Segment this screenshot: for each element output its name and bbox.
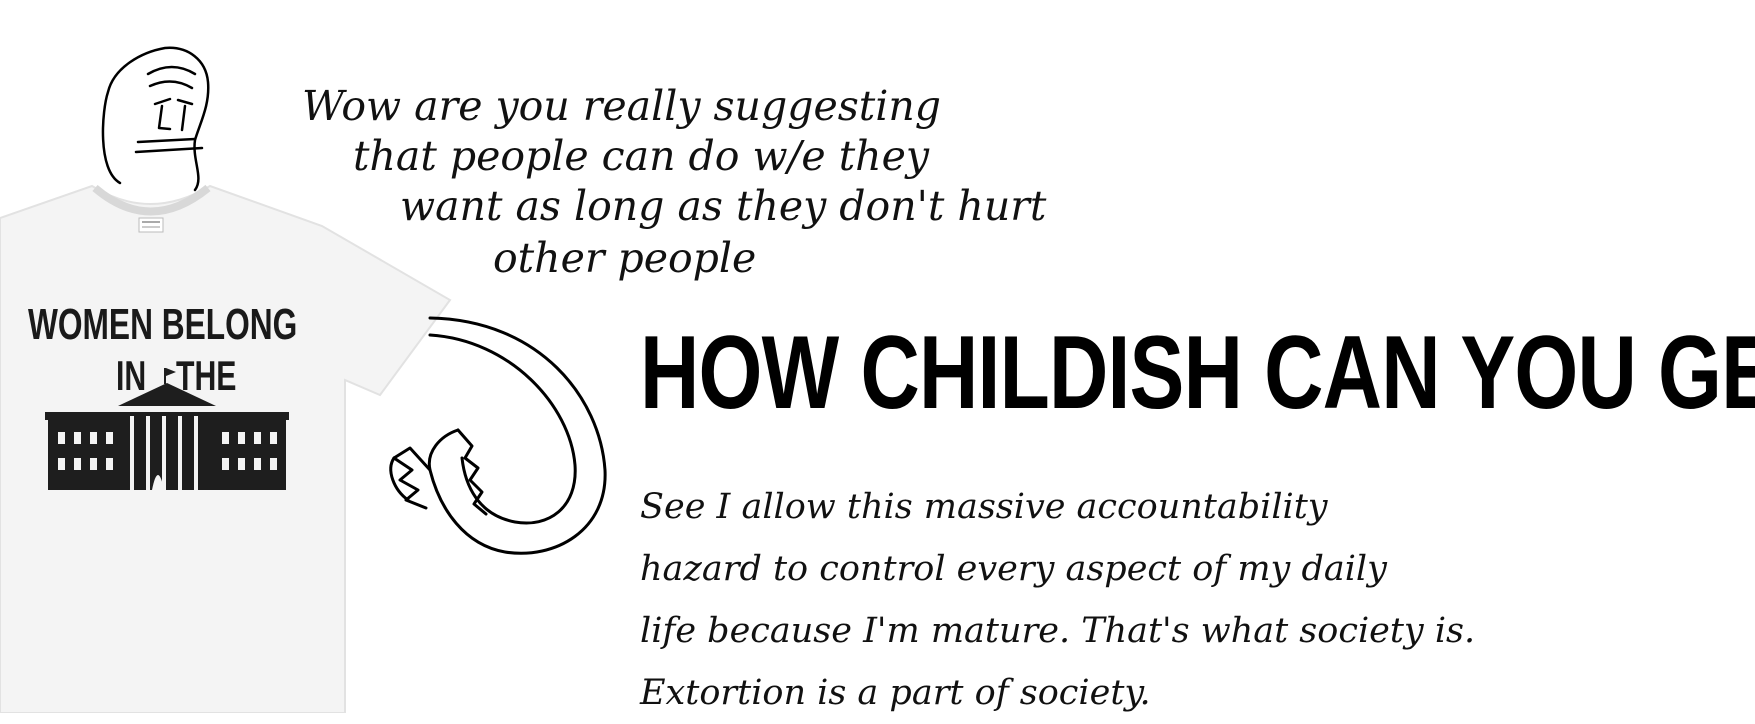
shirt-slogan-line1: WOMEN BELONG bbox=[28, 300, 298, 349]
shirt-slogan-in: IN bbox=[116, 352, 147, 399]
reply-text: See I allow this massive accountability … bbox=[640, 476, 1475, 724]
top-speech-line-4: other people bbox=[493, 234, 757, 282]
swoosh-drawing bbox=[389, 316, 607, 555]
shirt-slogan-the: THE bbox=[176, 352, 237, 399]
reply-line-3: life because I'm mature. That's what soc… bbox=[640, 611, 1476, 651]
reply-line-2: hazard to control every aspect of my dai… bbox=[640, 549, 1387, 589]
reply-line-1: See I allow this massive accountability bbox=[640, 487, 1328, 527]
stick-figure-face bbox=[101, 46, 210, 192]
reply-line-4: Extortion is a part of society. bbox=[640, 673, 1151, 713]
top-speech-line-2: that people can do w/e they bbox=[353, 132, 930, 180]
headline-text: HOW CHILDISH CAN YOU GET bbox=[640, 315, 1755, 431]
meme-canvas: WOMEN BELONG IN THE Wow are you really s… bbox=[0, 0, 1755, 713]
top-speech-line-1: Wow are you really suggesting bbox=[302, 82, 942, 130]
top-speech-line-3: want as long as they don't hurt bbox=[400, 182, 1047, 230]
